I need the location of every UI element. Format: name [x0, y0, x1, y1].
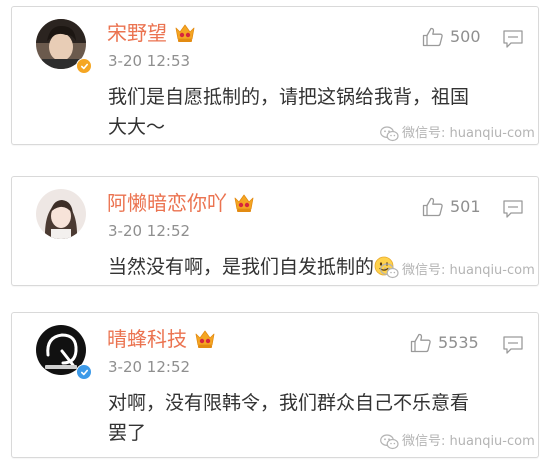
crown-icon — [192, 326, 218, 352]
wechat-icon — [380, 126, 399, 142]
timestamp: 3-20 12:53 — [108, 52, 191, 70]
comment-icon[interactable] — [502, 29, 524, 49]
like-button[interactable]: 500 — [422, 27, 481, 47]
comment-card: 晴蜂科技 3-20 12:52 5535 对啊，没有限韩令，我们群众自己不乐意看… — [11, 312, 539, 458]
like-count: 5535 — [438, 333, 479, 352]
comment-card: 宋野望 3-20 12:53 500 我们是自愿抵制的，请把这锅给我背，祖国 大… — [11, 6, 539, 145]
username[interactable]: 晴蜂科技 — [107, 327, 187, 351]
watermark: 微信号: huanqiu-com — [380, 263, 535, 279]
watermark-text: 微信号: huanqiu-com — [402, 126, 535, 141]
avatar[interactable] — [36, 189, 86, 239]
timestamp: 3-20 12:52 — [108, 222, 191, 240]
verified-badge-icon — [76, 58, 92, 74]
watermark: 微信号: huanqiu-com — [380, 126, 535, 142]
comment-icon[interactable] — [502, 199, 524, 219]
comment-text-line: 我们是自愿抵制的，请把这锅给我背，祖国 — [108, 86, 470, 108]
thumbs-up-icon — [410, 333, 431, 353]
like-button[interactable]: 501 — [422, 197, 481, 217]
like-button[interactable]: 5535 — [410, 333, 479, 353]
username[interactable]: 宋野望 — [107, 21, 167, 45]
watermark: 微信号: huanqiu-com — [380, 434, 535, 450]
timestamp: 3-20 12:52 — [108, 358, 191, 376]
watermark-text: 微信号: huanqiu-com — [402, 434, 535, 449]
watermark-text: 微信号: huanqiu-com — [402, 263, 535, 278]
comment-text-line: 当然没有啊，是我们自发抵制的 — [108, 256, 375, 278]
wechat-icon — [380, 434, 399, 450]
like-count: 500 — [450, 27, 481, 46]
crown-icon — [172, 20, 198, 46]
wechat-icon — [380, 263, 399, 279]
thumbs-up-icon — [422, 27, 443, 47]
comment-card: 阿懒暗恋你吖 3-20 12:52 501 当然没有啊，是我们自发抵制的 微信号… — [11, 176, 539, 286]
username[interactable]: 阿懒暗恋你吖 — [107, 191, 227, 215]
crown-icon — [231, 190, 257, 216]
verified-badge-icon — [76, 364, 92, 380]
comment-text-line: 对啊，没有限韩令，我们群众自己不乐意看 — [108, 392, 470, 414]
comment-icon[interactable] — [502, 335, 524, 355]
thumbs-up-icon — [422, 197, 443, 217]
like-count: 501 — [450, 197, 481, 216]
